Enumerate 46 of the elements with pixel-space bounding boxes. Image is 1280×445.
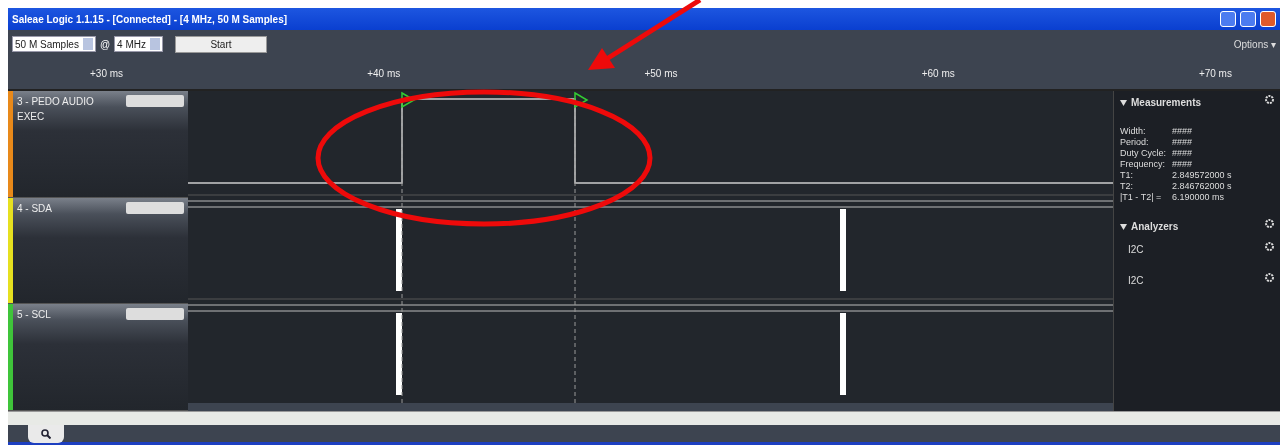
zoom-tab[interactable]	[28, 425, 64, 443]
analyzer-name[interactable]: I2C	[1128, 273, 1144, 288]
settings-icon[interactable]	[1265, 219, 1274, 228]
window-title: Saleae Logic 1.1.15 - [Connected] - [4 MHz, 50 M Samples]	[12, 12, 288, 27]
measurements-header[interactable]: Measurements	[1131, 95, 1202, 110]
measurement-label: T2:	[1120, 181, 1134, 192]
minimize-button[interactable]	[1220, 11, 1236, 27]
time-tick-label: +50 ms	[644, 67, 678, 81]
measurement-value: ####	[1172, 137, 1193, 148]
maximize-button[interactable]	[1240, 11, 1256, 27]
measurement-value: ####	[1172, 148, 1193, 159]
time-tick-label: +30 ms	[90, 67, 124, 81]
time-tick-label: +70 ms	[1198, 67, 1232, 81]
at-label: @	[99, 37, 111, 52]
close-button[interactable]	[1260, 11, 1276, 27]
rate-dropdown[interactable]: 4 MHz	[114, 36, 163, 52]
channel-name: 3 - PEDO AUDIO EXEC	[16, 95, 95, 124]
time-tick-label: +40 ms	[367, 67, 401, 81]
measurement-label: Period:	[1120, 137, 1150, 148]
expand-icon[interactable]	[1120, 99, 1127, 106]
settings-icon[interactable]	[1265, 95, 1274, 104]
measurement-value: ####	[1172, 126, 1193, 137]
settings-icon[interactable]	[1265, 242, 1274, 251]
trigger-marker-icon[interactable]	[401, 91, 416, 109]
measurement-label: Duty Cycle:	[1120, 148, 1166, 159]
measurement-label: T1:	[1120, 170, 1134, 181]
channel-name: 4 - SDA	[16, 201, 53, 216]
measurement-label: |T1 - T2| =	[1120, 192, 1163, 203]
search-icon	[41, 429, 51, 439]
measurement-value: 2.849572000 s	[1172, 170, 1232, 181]
trigger-marker-icon[interactable]	[574, 91, 589, 109]
samples-dropdown[interactable]: 50 M Samples	[12, 36, 96, 52]
measurement-label: Frequency:	[1120, 159, 1166, 170]
expand-icon[interactable]	[1120, 223, 1127, 230]
analyzer-name[interactable]: I2C	[1128, 242, 1144, 257]
time-tick-label: +60 ms	[921, 67, 955, 81]
scrollbar[interactable]	[8, 411, 1280, 425]
measurement-value: 2.846762000 s	[1172, 181, 1232, 192]
settings-icon[interactable]	[1265, 273, 1274, 282]
analyzers-header[interactable]: Analyzers	[1131, 219, 1179, 234]
start-button[interactable]: Start	[175, 35, 267, 53]
channel-name: 5 - SCL	[16, 308, 52, 323]
options-menu[interactable]: Options ▾	[1233, 36, 1276, 52]
measurement-label: Width:	[1120, 126, 1147, 137]
measurement-value: 6.190000 ms	[1172, 192, 1225, 203]
measurement-value: ####	[1172, 159, 1193, 170]
